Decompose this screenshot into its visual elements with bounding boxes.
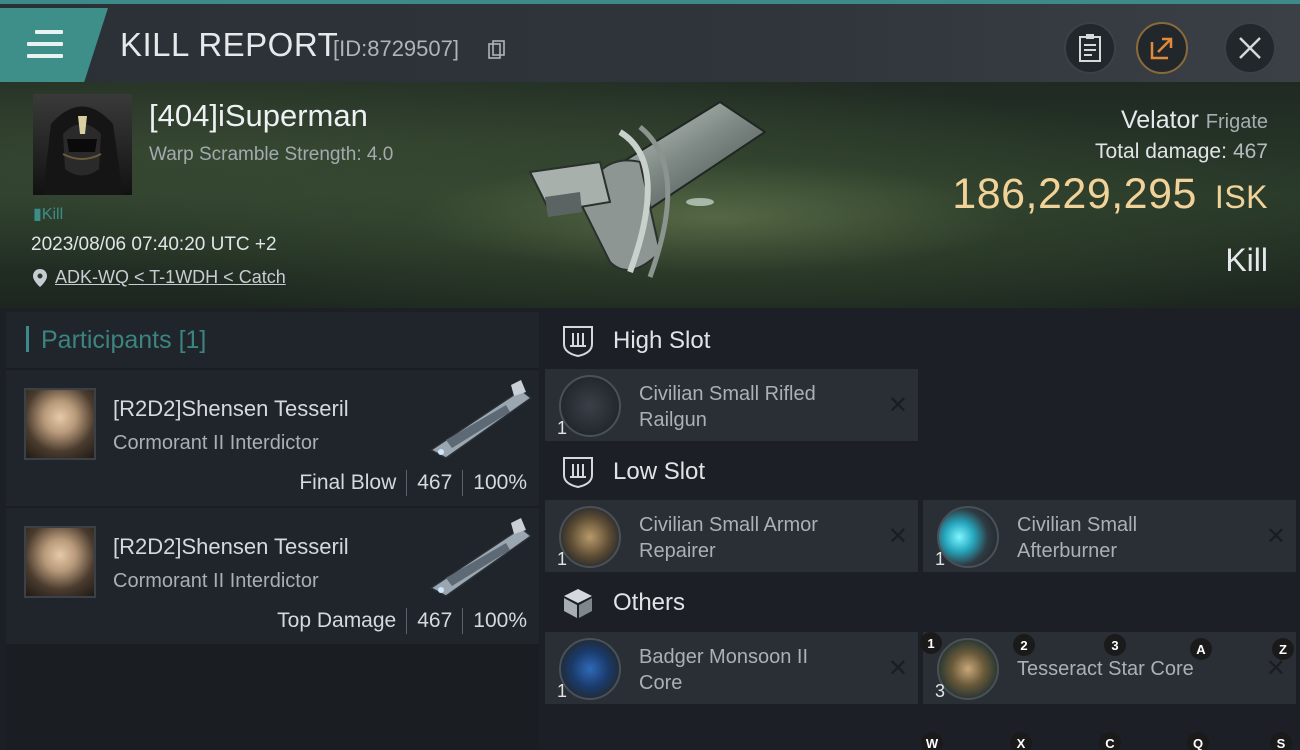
divider	[462, 470, 464, 496]
participant-row[interactable]: [R2D2]Shensen Tesseril Cormorant II Inte…	[6, 370, 539, 506]
close-button[interactable]	[1224, 22, 1276, 74]
key-hint: S	[1270, 732, 1292, 750]
report-id: [ID:8729507]	[333, 36, 459, 61]
low-slot-header: Low Slot	[561, 455, 705, 489]
clipboard-button[interactable]	[1064, 22, 1116, 74]
hooded-pilot-image	[43, 106, 123, 195]
victim-name[interactable]: [404]iSuperman	[149, 98, 368, 134]
kill-datetime: 2023/08/06 07:40:20 UTC +2	[31, 234, 277, 255]
participants-header[interactable]: Participants [1]	[6, 312, 539, 368]
module-name: Civilian Small Afterburner	[1017, 514, 1138, 562]
afterburner-icon	[937, 506, 999, 568]
key-hint: 1	[920, 632, 942, 654]
participant-ship-image	[429, 380, 533, 459]
participant-percent: 100%	[473, 609, 527, 632]
high-slot-header: High Slot	[561, 324, 710, 358]
key-hint: X	[1010, 732, 1032, 750]
key-hint: Z	[1272, 638, 1294, 660]
module-name: Badger Monsoon II Core	[639, 646, 808, 694]
key-hint: W	[921, 732, 943, 750]
module-name: Civilian Small Rifled Railgun	[639, 383, 816, 431]
victim-ship-image	[528, 100, 767, 278]
menu-button[interactable]	[0, 8, 108, 82]
title-bar: KILL REPORT [ID:8729507]	[0, 0, 1300, 82]
others-header: Others	[561, 586, 685, 620]
fitting-panel: High Slot 1 Civilian Small Rifled Railgun…	[545, 312, 1300, 750]
header-accent-bar	[26, 326, 29, 353]
key-hint: 3	[1104, 634, 1126, 656]
copy-icon[interactable]	[488, 40, 506, 60]
page-title: KILL REPORT	[120, 26, 339, 63]
victim-banner: [404]iSuperman Warp Scramble Strength: 4…	[0, 82, 1300, 308]
divider	[406, 470, 408, 496]
participant-row[interactable]: [R2D2]Shensen Tesseril Cormorant II Inte…	[6, 508, 539, 644]
participant-avatar[interactable]	[24, 388, 96, 460]
module-quantity: 1	[935, 549, 946, 569]
module-item[interactable]: 1 Civilian Small Armor Repairer ✕	[545, 500, 918, 572]
participant-name: [R2D2]Shensen Tesseril	[113, 396, 349, 421]
low-slot-icon	[563, 457, 593, 489]
key-hint: 2	[1013, 634, 1035, 656]
warp-scramble: Warp Scramble Strength: 4.0	[149, 144, 394, 165]
key-hint: Q	[1187, 732, 1209, 750]
close-icon	[1239, 37, 1261, 59]
destroyed-x-icon: ✕	[1265, 523, 1286, 550]
key-hint: A	[1190, 638, 1212, 660]
armor-repairer-icon	[559, 506, 621, 568]
clipboard-icon	[1079, 34, 1101, 62]
participant-percent: 100%	[473, 471, 527, 494]
kill-location[interactable]: ADK-WQ < T-1WDH < Catch	[33, 267, 286, 288]
module-name: Tesseract Star Core	[1017, 658, 1194, 680]
participant-role: Top Damage	[277, 609, 397, 632]
participants-panel: Participants [1] [R2D2]Shensen Tesseril …	[6, 312, 539, 750]
key-hint: C	[1099, 732, 1121, 750]
participant-damage: 467	[417, 471, 453, 494]
location-pin-icon	[33, 268, 47, 287]
module-item[interactable]: 1 Civilian Small Rifled Railgun ✕	[545, 369, 918, 441]
participant-ship-image	[429, 518, 533, 597]
module-quantity: 1	[557, 681, 568, 701]
participant-role: Final Blow	[299, 471, 397, 494]
star-core-icon	[937, 638, 999, 700]
core-icon	[559, 638, 621, 700]
kill-tag: ▮Kill	[33, 206, 64, 223]
location-link[interactable]: ADK-WQ < T-1WDH < Catch	[55, 267, 286, 288]
victim-portrait[interactable]	[33, 94, 132, 195]
module-quantity: 1	[557, 549, 568, 569]
result-label: Kill	[1225, 242, 1268, 278]
participant-avatar[interactable]	[24, 526, 96, 598]
module-name: Civilian Small Armor Repairer	[639, 514, 818, 562]
victim-ship[interactable]: Velator Frigate	[1121, 106, 1268, 135]
destroyed-x-icon: ✕	[887, 655, 908, 682]
destroyed-x-icon: ✕	[887, 392, 908, 419]
participant-stats: Top Damage 467 100%	[277, 608, 527, 634]
high-slot-icon	[563, 326, 593, 358]
participant-damage: 467	[417, 609, 453, 632]
share-button[interactable]	[1136, 22, 1188, 74]
hamburger-icon	[27, 30, 63, 58]
participant-ship: Cormorant II Interdictor	[113, 570, 319, 592]
participant-stats: Final Blow 467 100%	[299, 470, 527, 496]
module-quantity: 3	[935, 681, 946, 701]
module-quantity: 1	[557, 418, 568, 438]
module-item[interactable]: 1 Badger Monsoon II Core ✕	[545, 632, 918, 704]
total-damage: Total damage: 467	[1095, 140, 1268, 163]
destroyed-x-icon: ✕	[887, 523, 908, 550]
module-item[interactable]: 1 Civilian Small Afterburner ✕	[923, 500, 1296, 572]
share-icon	[1150, 37, 1173, 60]
cube-icon	[564, 589, 592, 618]
divider	[462, 608, 464, 634]
divider	[406, 608, 408, 634]
isk-value: 186,229,295 ISK	[952, 170, 1268, 218]
participant-name: [R2D2]Shensen Tesseril	[113, 534, 349, 559]
railgun-icon	[559, 375, 621, 437]
participant-ship: Cormorant II Interdictor	[113, 432, 319, 454]
